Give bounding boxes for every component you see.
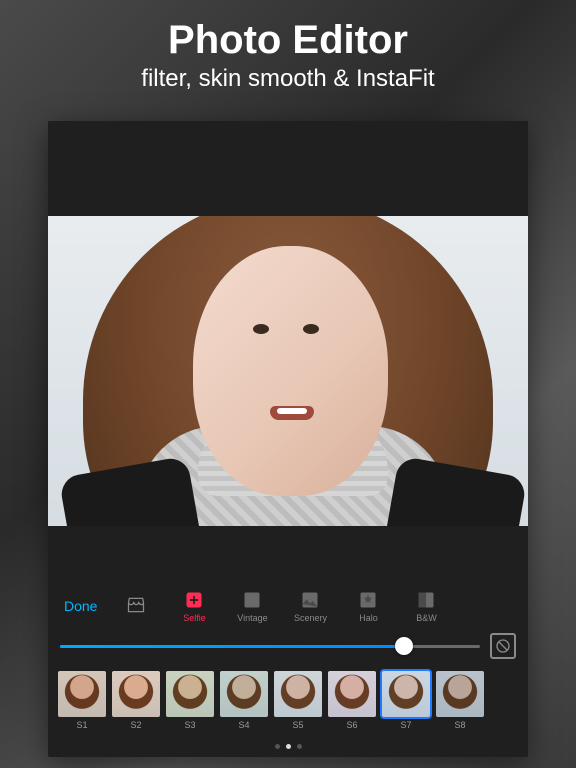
category-label: Vintage bbox=[237, 613, 267, 623]
filter-thumb bbox=[112, 671, 160, 717]
filter-thumb bbox=[436, 671, 484, 717]
category-label: Halo bbox=[359, 613, 378, 623]
filter-label: S8 bbox=[454, 720, 465, 730]
ban-icon bbox=[495, 638, 511, 654]
filter-s1[interactable]: S1 bbox=[58, 671, 106, 730]
filter-label: S4 bbox=[238, 720, 249, 730]
filter-thumb bbox=[220, 671, 268, 717]
filter-label: S7 bbox=[400, 720, 411, 730]
slider-fill bbox=[60, 645, 404, 648]
filter-s6[interactable]: S6 bbox=[328, 671, 376, 730]
filter-thumb bbox=[274, 671, 322, 717]
filter-thumb bbox=[328, 671, 376, 717]
scenery-icon bbox=[299, 589, 321, 611]
bw-icon bbox=[415, 589, 437, 611]
filter-s7[interactable]: S7 bbox=[382, 671, 430, 730]
main-photo bbox=[48, 216, 528, 526]
store-icon bbox=[125, 594, 147, 616]
category-label: Selfie bbox=[183, 613, 206, 623]
filter-label: S2 bbox=[130, 720, 141, 730]
dot-active bbox=[286, 744, 291, 749]
filter-thumb bbox=[58, 671, 106, 717]
promo-title: Photo Editor bbox=[0, 18, 576, 63]
category-store[interactable] bbox=[111, 594, 161, 618]
category-label: B&W bbox=[416, 613, 437, 623]
page-dots bbox=[48, 744, 528, 757]
promo-header: Photo Editor filter, skin smooth & Insta… bbox=[0, 0, 576, 103]
filter-thumbnails: S1 S2 S3 S4 S5 S6 S7 S8 bbox=[48, 667, 528, 744]
selfie-icon bbox=[183, 589, 205, 611]
category-bw[interactable]: B&W bbox=[401, 589, 451, 623]
photo-canvas[interactable] bbox=[48, 121, 528, 581]
editor-frame: Done Selfie Vintage Scenery bbox=[48, 121, 528, 757]
filter-s3[interactable]: S3 bbox=[166, 671, 214, 730]
category-label: Scenery bbox=[294, 613, 327, 623]
filter-s4[interactable]: S4 bbox=[220, 671, 268, 730]
promo-subtitle: filter, skin smooth & InstaFit bbox=[0, 65, 576, 93]
filter-thumb bbox=[166, 671, 214, 717]
reset-filter-button[interactable] bbox=[490, 633, 516, 659]
filter-label: S6 bbox=[346, 720, 357, 730]
intensity-row bbox=[48, 629, 528, 667]
dot bbox=[297, 744, 302, 749]
category-scenery[interactable]: Scenery bbox=[285, 589, 335, 623]
category-halo[interactable]: Halo bbox=[343, 589, 393, 623]
category-selfie[interactable]: Selfie bbox=[169, 589, 219, 623]
dot bbox=[275, 744, 280, 749]
filter-label: S1 bbox=[76, 720, 87, 730]
filter-s5[interactable]: S5 bbox=[274, 671, 322, 730]
filter-s2[interactable]: S2 bbox=[112, 671, 160, 730]
halo-icon bbox=[357, 589, 379, 611]
filter-label: S3 bbox=[184, 720, 195, 730]
done-button[interactable]: Done bbox=[58, 594, 103, 618]
category-toolbar: Done Selfie Vintage Scenery bbox=[48, 581, 528, 629]
filter-s8[interactable]: S8 bbox=[436, 671, 484, 730]
vintage-icon bbox=[241, 589, 263, 611]
filter-label: S5 bbox=[292, 720, 303, 730]
category-vintage[interactable]: Vintage bbox=[227, 589, 277, 623]
intensity-slider[interactable] bbox=[60, 645, 480, 648]
slider-thumb[interactable] bbox=[395, 637, 413, 655]
filter-thumb bbox=[382, 671, 430, 717]
